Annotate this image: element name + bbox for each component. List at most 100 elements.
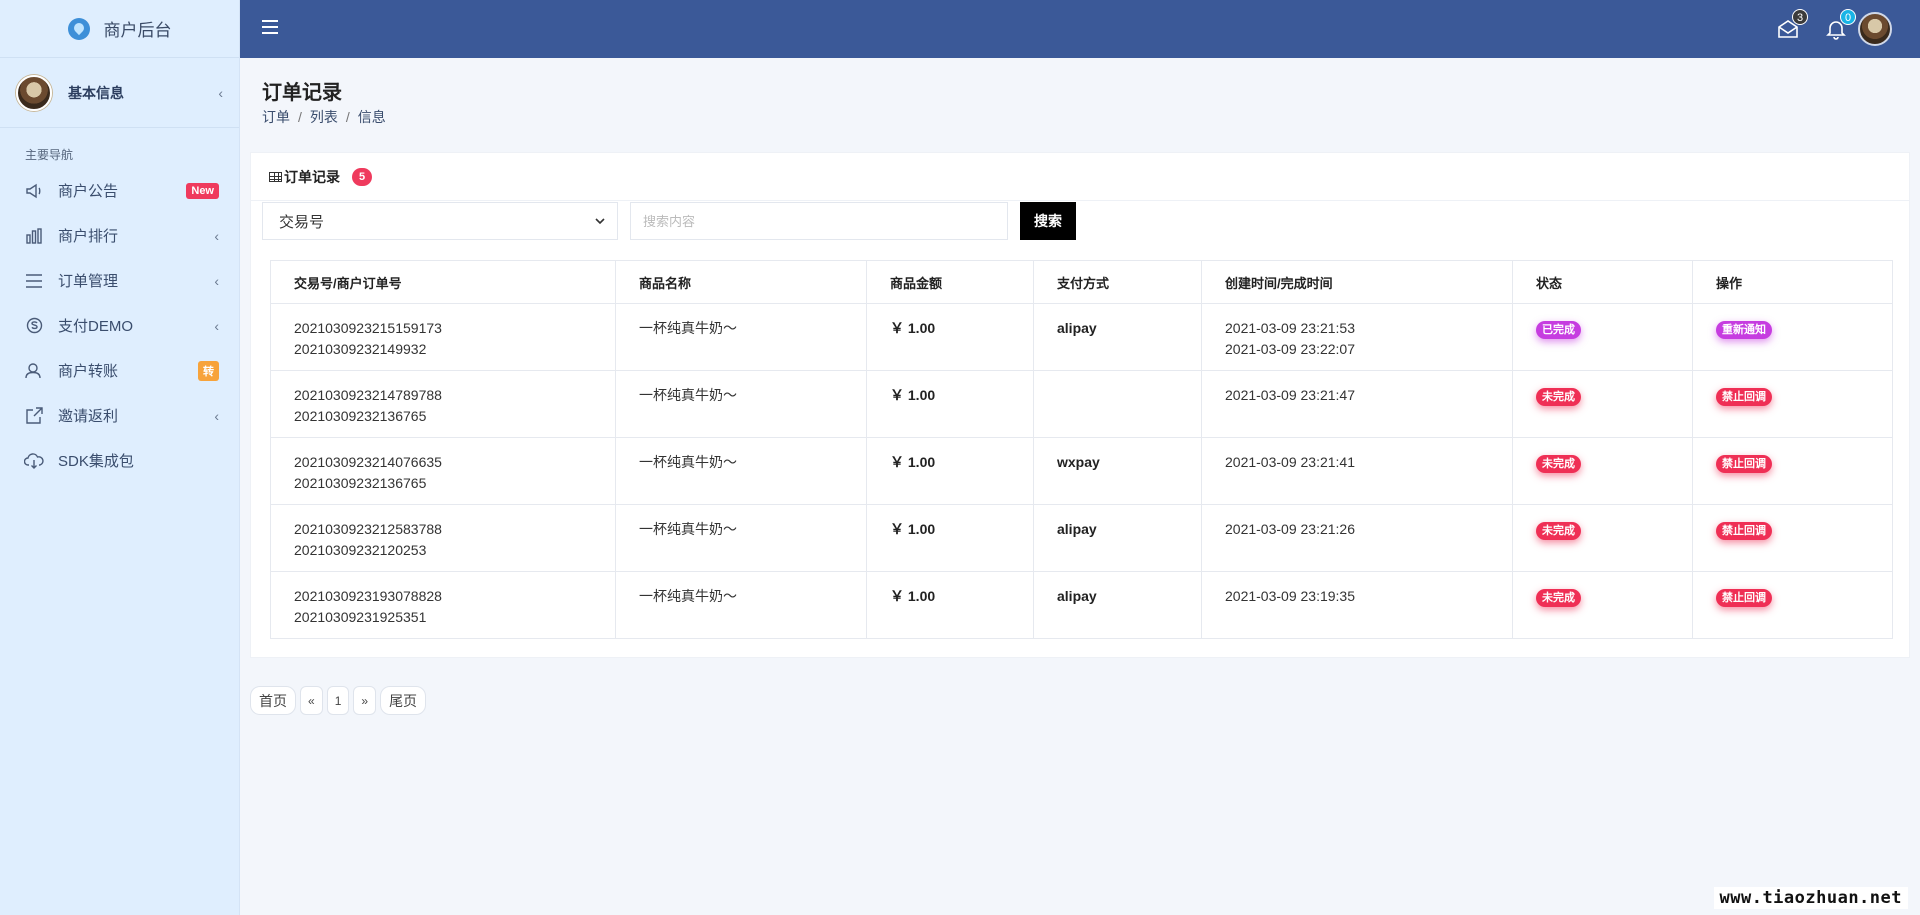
chevron-left-icon: ‹	[214, 317, 219, 334]
trade-no: 2021030923215159173	[294, 320, 442, 336]
sidebar-item-pay-demo[interactable]: 支付DEMO ‹	[0, 303, 239, 348]
trade-no: 2021030923214789788	[294, 387, 442, 403]
action-button[interactable]: 禁止回调	[1716, 522, 1772, 540]
time-cell: 2021-03-09 23:21:41	[1201, 437, 1513, 505]
megaphone-icon	[24, 181, 44, 201]
order-no: 20210309232136765	[294, 475, 427, 491]
column-header: 状态	[1512, 260, 1693, 304]
created-time: 2021-03-09 23:21:47	[1225, 387, 1355, 403]
column-header: 商品名称	[615, 260, 867, 304]
logo-icon	[67, 17, 90, 40]
nav-section-label: 主要导航	[25, 148, 74, 162]
search-input[interactable]	[630, 202, 1008, 240]
action-button[interactable]: 禁止回调	[1716, 455, 1772, 473]
trade-no: 2021030923214076635	[294, 454, 442, 470]
table-header-row: 交易号/商户订单号 商品名称 商品金额 支付方式 创建时间/完成时间 状态 操作	[270, 260, 1893, 304]
order-no: 20210309232120253	[294, 542, 427, 558]
search-bar: 交易号 搜索	[262, 202, 1076, 240]
card-title: 订单记录	[284, 168, 340, 185]
sidebar-item-label: 订单管理	[58, 273, 119, 290]
status-cell: 未完成	[1512, 571, 1693, 639]
notification-button[interactable]: 0	[1824, 9, 1856, 41]
breadcrumb-item: 信息	[357, 109, 386, 125]
breadcrumb: 订单 / 列表 / 信息	[262, 109, 386, 125]
finished-time: 2021-03-09 23:22:07	[1225, 341, 1355, 357]
user-info-label: 基本信息	[68, 84, 124, 101]
sidebar-item-sdk[interactable]: SDK集成包	[0, 438, 239, 483]
amount-cell: ￥ 1.00	[866, 571, 1034, 639]
order-no: 20210309231925351	[294, 609, 427, 625]
action-button[interactable]: 禁止回调	[1716, 589, 1772, 607]
trade-cell: 2021030923193078828 20210309231925351	[270, 571, 616, 639]
card-header: 订单记录 5	[251, 153, 1909, 201]
amount-cell: ￥ 1.00	[866, 303, 1034, 371]
status-badge: 未完成	[1536, 589, 1581, 607]
list-icon	[24, 271, 44, 291]
breadcrumb-item[interactable]: 列表	[310, 109, 338, 125]
new-badge: New	[186, 182, 219, 199]
menu-toggle-icon[interactable]	[262, 20, 278, 34]
sidebar-item-announcement[interactable]: 商户公告 New	[0, 168, 239, 213]
status-badge: 已完成	[1536, 321, 1581, 339]
time-cell: 2021-03-09 23:21:26	[1201, 504, 1513, 572]
pagination: 首页 « 1 » 尾页	[250, 686, 427, 715]
created-time: 2021-03-09 23:21:41	[1225, 454, 1355, 470]
sidebar: 商户后台 基本信息 ‹ 主要导航 商户公告 New 商户排行 ‹ 订单管理 ‹ …	[0, 0, 240, 915]
brand-name: 商户后台	[103, 21, 172, 40]
order-no: 20210309232136765	[294, 408, 427, 424]
breadcrumb-item[interactable]: 订单	[262, 109, 290, 125]
mail-button[interactable]: 3	[1776, 9, 1808, 41]
user-info-toggle[interactable]: 基本信息 ‹	[0, 58, 239, 128]
last-page-button[interactable]: 尾页	[380, 686, 427, 715]
skype-icon	[24, 316, 44, 336]
action-cell: 重新通知	[1692, 303, 1893, 371]
select-value: 交易号	[279, 213, 325, 231]
action-cell: 禁止回调	[1692, 571, 1893, 639]
product-cell: 一杯纯真牛奶～	[615, 504, 867, 572]
next-page-button[interactable]: »	[353, 686, 377, 715]
search-button[interactable]: 搜索	[1020, 202, 1076, 240]
sidebar-item-orders[interactable]: 订单管理 ‹	[0, 258, 239, 303]
orders-card: 订单记录 5 交易号 搜索 交易号/商户订单号 商品名称 商品金额 支付方式 创…	[250, 152, 1910, 658]
first-page-button[interactable]: 首页	[250, 686, 296, 715]
search-field-select[interactable]: 交易号	[262, 202, 618, 240]
pay-method-cell: alipay	[1033, 571, 1202, 639]
sidebar-item-label: 商户公告	[58, 183, 119, 200]
chevron-left-icon: ‹	[214, 407, 219, 424]
column-header: 支付方式	[1033, 260, 1202, 304]
brand[interactable]: 商户后台	[0, 0, 239, 58]
page-title: 订单记录	[262, 82, 342, 104]
action-button[interactable]: 重新通知	[1716, 321, 1772, 339]
prev-page-button[interactable]: «	[300, 686, 323, 715]
sidebar-item-label: 商户转账	[58, 363, 119, 380]
action-button[interactable]: 禁止回调	[1716, 388, 1772, 406]
user-avatar-button[interactable]	[1858, 12, 1892, 46]
chevron-left-icon: ‹	[218, 84, 223, 101]
page-number-button[interactable]: 1	[326, 686, 350, 715]
status-badge: 未完成	[1536, 455, 1581, 473]
amount-cell: ￥ 1.00	[866, 370, 1034, 438]
action-cell: 禁止回调	[1692, 504, 1893, 572]
sidebar-item-transfer[interactable]: 商户转账 转	[0, 348, 239, 393]
table-row: 2021030923215159173 20210309232149932 一杯纯真…	[270, 303, 1893, 371]
share-icon	[24, 406, 44, 426]
sidebar-item-label: 支付DEMO	[58, 318, 134, 335]
sidebar-item-label: SDK集成包	[58, 453, 134, 470]
time-cell: 2021-03-09 23:19:35	[1201, 571, 1513, 639]
trade-no: 2021030923212583788	[294, 521, 442, 537]
topbar: 3 0	[240, 0, 1920, 58]
amount-cell: ￥ 1.00	[866, 437, 1034, 505]
trade-cell: 2021030923214076635 20210309232136765	[270, 437, 616, 505]
pay-method-cell	[1033, 370, 1202, 438]
sidebar-item-ranking[interactable]: 商户排行 ‹	[0, 213, 239, 258]
user-icon	[24, 361, 44, 381]
status-cell: 未完成	[1512, 504, 1693, 572]
sidebar-item-referral[interactable]: 邀请返利 ‹	[0, 393, 239, 438]
column-header: 商品金额	[866, 260, 1034, 304]
time-cell: 2021-03-09 23:21:53 2021-03-09 23:22:07	[1201, 303, 1513, 371]
mail-count-badge: 3	[1792, 9, 1808, 25]
chevron-left-icon: ‹	[214, 272, 219, 289]
chevron-down-icon	[595, 217, 605, 224]
table-row: 2021030923214789788 20210309232136765 一杯纯真…	[270, 370, 1893, 438]
orders-table: 交易号/商户订单号 商品名称 商品金额 支付方式 创建时间/完成时间 状态 操作…	[270, 260, 1893, 639]
